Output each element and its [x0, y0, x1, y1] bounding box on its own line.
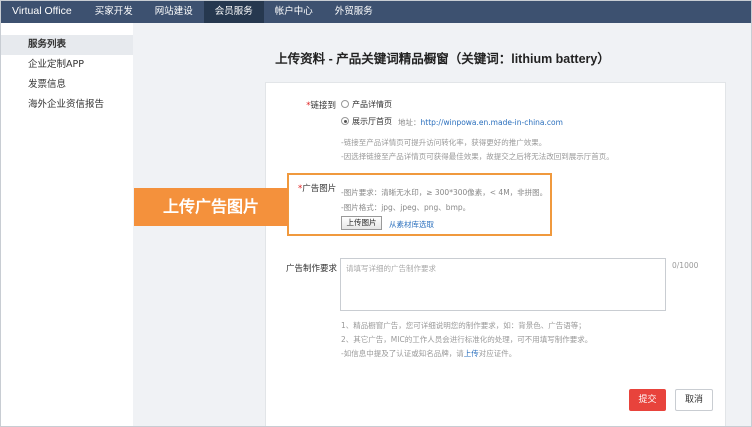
upload-certificate-link[interactable]: 上传	[464, 349, 479, 358]
nav-member-services[interactable]: 会员服务	[203, 0, 264, 23]
address-link[interactable]: http://winpowa.en.made-in-china.com	[421, 118, 563, 127]
select-from-library-link[interactable]: 从素材库选取	[389, 219, 434, 230]
ad-image-label: *广告图片	[298, 182, 336, 194]
sidebar-item-custom-app[interactable]: 企业定制APP	[0, 55, 133, 75]
nav-virtual-office[interactable]: Virtual Office	[0, 0, 84, 23]
nav-website-building[interactable]: 网站建设	[144, 0, 204, 23]
upload-ad-image-callout: 上传广告图片	[134, 188, 288, 226]
ad-request-label: 广告制作要求	[286, 264, 338, 274]
request-note-1: 1、精品橱窗广告，您可详细说明您的制作要求，如：背景色、广告语等；	[341, 321, 586, 330]
radio-showroom-home-label[interactable]: 展示厅首页	[352, 116, 392, 127]
form-panel	[265, 82, 726, 427]
link-to-label-text: 链接到	[310, 101, 336, 111]
sidebar-item-invoice-info[interactable]: 发票信息	[0, 75, 133, 95]
sidebar: 服务列表 企业定制APP 发票信息 海外企业资信报告	[0, 23, 133, 427]
sidebar-item-credit-report[interactable]: 海外企业资信报告	[0, 95, 133, 115]
upload-image-button[interactable]: 上传图片	[341, 216, 382, 230]
nav-trade-services[interactable]: 外贸服务	[324, 0, 384, 23]
page-title: 上传资料 - 产品关键词精品橱窗（关键词：lithium battery）	[275, 52, 610, 66]
radio-showroom-home[interactable]	[341, 117, 349, 125]
sidebar-item-service-list[interactable]: 服务列表	[0, 35, 133, 55]
char-counter: 0/1000	[672, 261, 699, 270]
image-format: -图片格式：jpg、jpeg、png、bmp。	[341, 203, 471, 212]
ad-request-textarea[interactable]: 请填写详细的广告制作要求	[340, 258, 666, 311]
nav-account-center[interactable]: 帐户中心	[264, 0, 324, 23]
link-hint-1: -链接至产品详情页可提升访问转化率，获得更好的推广效果。	[341, 138, 547, 147]
radio-product-detail[interactable]	[341, 100, 349, 108]
top-nav: Virtual Office 买家开发 网站建设 会员服务 帐户中心 外贸服务	[0, 0, 752, 23]
request-note-2: 2、其它广告，MIC的工作人员会进行标准化的处理，可不用填写制作要求。	[341, 335, 593, 344]
request-note-3-suffix: 对应证件。	[478, 349, 517, 358]
image-requirement: -图片要求：清晰无水印，≥ 300*300像素，< 4M，非拼图。	[341, 188, 548, 197]
submit-button[interactable]: 提交	[629, 389, 666, 411]
address-label: 地址：	[398, 118, 421, 127]
request-note-3-prefix: -如信息中提及了认证或知名品牌，请	[341, 349, 464, 358]
address-text: 地址：http://winpowa.en.made-in-china.com	[398, 117, 563, 128]
request-note-3: -如信息中提及了认证或知名品牌，请上传对应证件。	[341, 348, 516, 359]
ad-image-label-text: 广告图片	[302, 184, 337, 194]
link-hint-2: -因选择链接至产品详情页可获得最佳效果，故提交之后将无法改回到展示厅首页。	[341, 152, 614, 161]
link-to-label: *链接到	[300, 99, 336, 111]
radio-product-detail-label[interactable]: 产品详情页	[352, 99, 392, 110]
nav-buyer-development[interactable]: 买家开发	[84, 0, 144, 23]
cancel-button[interactable]: 取消	[675, 389, 713, 411]
